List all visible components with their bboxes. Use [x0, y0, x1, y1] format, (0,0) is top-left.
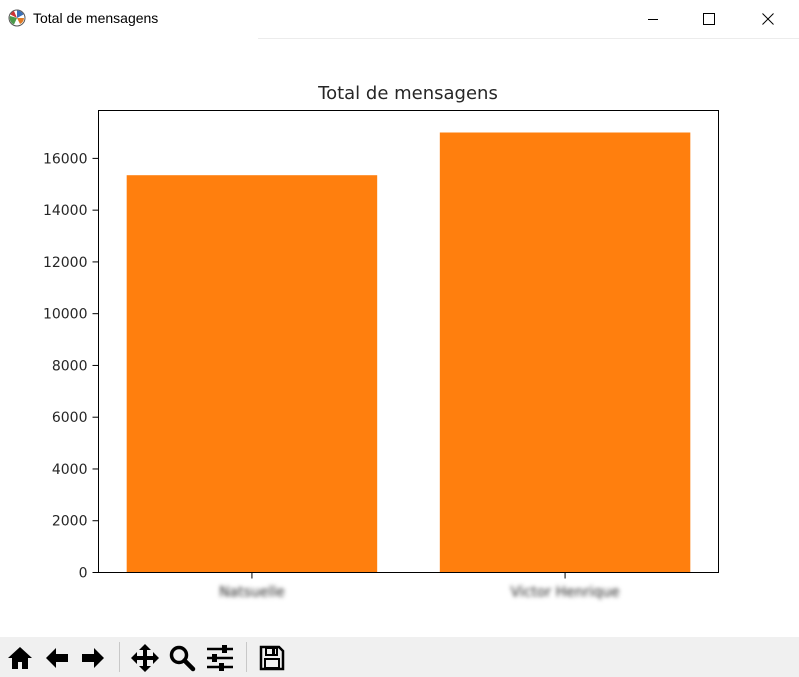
y-tick-label: 8000 [52, 358, 88, 374]
x-tick-label: Victor Henrique [510, 585, 619, 601]
window-titlebar: Total de mensagens [0, 0, 799, 38]
y-tick-label: 10000 [43, 307, 88, 323]
y-tick-label: 2000 [52, 514, 88, 530]
x-tick-label: Natsuelle [219, 585, 285, 601]
close-button[interactable] [745, 0, 791, 38]
chart-title: Total de mensagens [317, 83, 498, 104]
bars-group [126, 132, 691, 573]
forward-button[interactable] [77, 641, 109, 675]
bar-2 [439, 132, 691, 573]
y-tick-label: 0 [79, 566, 88, 582]
y-tick-label: 6000 [52, 410, 88, 426]
zoom-button[interactable] [166, 641, 198, 675]
back-button[interactable] [41, 641, 73, 675]
pan-button[interactable] [129, 641, 161, 675]
zoom-icon [169, 645, 196, 672]
home-icon [8, 647, 32, 669]
close-icon [762, 13, 774, 25]
bar-1 [126, 175, 378, 573]
y-tick-label: 12000 [43, 255, 88, 271]
configure-subplots-icon [207, 645, 233, 671]
save-icon [259, 645, 285, 671]
x-axis-ticks: Natsuelle Victor Henrique [219, 572, 620, 601]
minimize-button[interactable] [630, 0, 676, 38]
navigation-toolbar [0, 637, 799, 677]
y-axis-ticks: 0 2000 4000 6000 8000 10000 12000 14000 16000 [43, 151, 99, 582]
minimize-icon [648, 19, 658, 20]
y-tick-label: 14000 [43, 203, 88, 219]
forward-arrow-icon [82, 648, 104, 668]
window-title: Total de mensagens [33, 10, 159, 26]
maximize-button[interactable] [686, 0, 732, 38]
app-icon [8, 9, 26, 27]
configure-subplots-button[interactable] [204, 641, 236, 675]
toolbar-separator [119, 642, 120, 672]
back-arrow-icon [46, 648, 68, 668]
maximize-icon [703, 13, 715, 25]
pan-icon [131, 644, 159, 672]
y-tick-label: 4000 [52, 462, 88, 478]
figure-canvas[interactable]: Total de mensagens 0 2000 4000 6000 8000 1000… [0, 39, 799, 637]
save-button[interactable] [256, 641, 288, 675]
bar-chart: Total de mensagens 0 2000 4000 6000 8000 1000… [43, 83, 719, 601]
y-tick-label: 16000 [43, 151, 88, 167]
home-button[interactable] [4, 641, 36, 675]
toolbar-separator [246, 642, 247, 672]
